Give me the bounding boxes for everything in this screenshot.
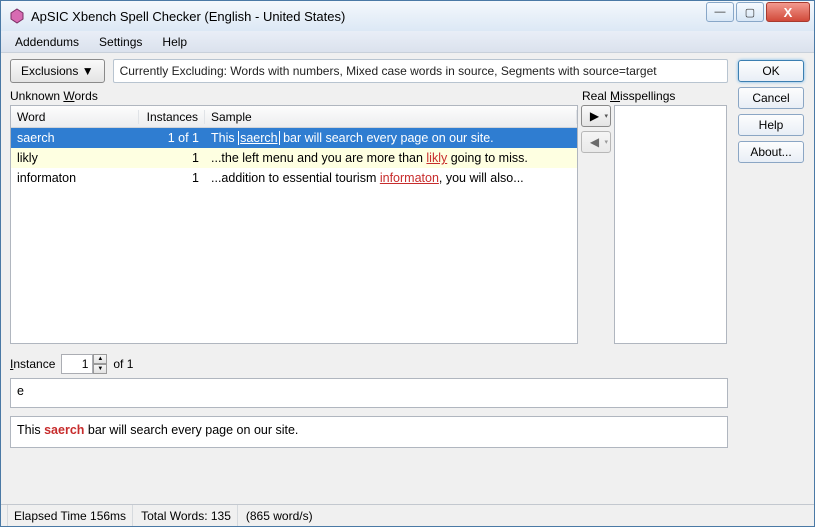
- real-misspellings-list[interactable]: [614, 105, 727, 344]
- table-rows: saerch1 of 1This saerch bar will search …: [11, 128, 577, 343]
- title-bar[interactable]: ApSIC Xbench Spell Checker (English - Un…: [1, 1, 814, 31]
- instance-row: Instance ▲ ▼ of 1: [10, 350, 728, 378]
- spin-down-button[interactable]: ▼: [93, 364, 107, 374]
- col-word[interactable]: Word: [11, 110, 139, 124]
- suggestion-box[interactable]: e: [10, 378, 728, 408]
- table-row[interactable]: likly1...the left menu and you are more …: [11, 148, 577, 168]
- table-row[interactable]: informaton1...addition to essential tour…: [11, 168, 577, 188]
- about-button[interactable]: About...: [738, 141, 804, 163]
- real-misspellings-label: Real Misspellings: [582, 89, 728, 103]
- window-title: ApSIC Xbench Spell Checker (English - Un…: [31, 9, 345, 24]
- ok-button[interactable]: OK: [738, 60, 804, 82]
- exclusions-display: Currently Excluding: Words with numbers,…: [113, 59, 728, 83]
- middle-row: Word Instances Sample saerch1 of 1This s…: [10, 105, 728, 344]
- table-row[interactable]: saerch1 of 1This saerch bar will search …: [11, 128, 577, 148]
- menu-bar: Addendums Settings Help: [1, 31, 814, 53]
- status-rate: (865 word/s): [240, 505, 319, 526]
- instance-of-label: of 1: [113, 357, 133, 371]
- status-elapsed: Elapsed Time 156ms: [7, 505, 133, 526]
- left-panel: Exclusions ▼ Currently Excluding: Words …: [1, 53, 734, 504]
- move-left-button[interactable]: ◀▾: [581, 131, 611, 153]
- col-instances[interactable]: Instances: [139, 110, 205, 124]
- col-sample[interactable]: Sample: [205, 110, 577, 124]
- instance-spinner: ▲ ▼: [61, 354, 107, 374]
- move-buttons: ▶▾ ◀▾: [580, 105, 612, 344]
- context-box: This saerch bar will search every page o…: [10, 416, 728, 448]
- menu-settings[interactable]: Settings: [89, 33, 152, 51]
- instance-input[interactable]: [61, 354, 93, 374]
- app-window: ApSIC Xbench Spell Checker (English - Un…: [0, 0, 815, 527]
- top-row: Exclusions ▼ Currently Excluding: Words …: [10, 59, 728, 83]
- right-button-panel: OK Cancel Help About...: [734, 53, 814, 504]
- section-labels: Unknown Words Real Misspellings: [10, 89, 728, 103]
- status-bar: Elapsed Time 156ms Total Words: 135 (865…: [1, 504, 814, 526]
- unknown-words-label: Unknown Words: [10, 89, 582, 103]
- cancel-button[interactable]: Cancel: [738, 87, 804, 109]
- menu-help[interactable]: Help: [152, 33, 197, 51]
- unknown-words-table[interactable]: Word Instances Sample saerch1 of 1This s…: [10, 105, 578, 344]
- status-total-words: Total Words: 135: [135, 505, 238, 526]
- menu-addendums[interactable]: Addendums: [5, 33, 89, 51]
- close-button[interactable]: X: [766, 2, 810, 22]
- maximize-button[interactable]: ▢: [736, 2, 764, 22]
- instance-label: Instance: [10, 357, 55, 371]
- app-icon: [9, 8, 25, 24]
- table-header: Word Instances Sample: [11, 106, 577, 128]
- help-button[interactable]: Help: [738, 114, 804, 136]
- body: Exclusions ▼ Currently Excluding: Words …: [1, 53, 814, 504]
- move-right-button[interactable]: ▶▾: [581, 105, 611, 127]
- minimize-button[interactable]: —: [706, 2, 734, 22]
- spin-up-button[interactable]: ▲: [93, 354, 107, 364]
- exclusions-button[interactable]: Exclusions ▼: [10, 59, 105, 83]
- window-controls: — ▢ X: [706, 2, 810, 22]
- misspelled-word: saerch: [44, 423, 84, 437]
